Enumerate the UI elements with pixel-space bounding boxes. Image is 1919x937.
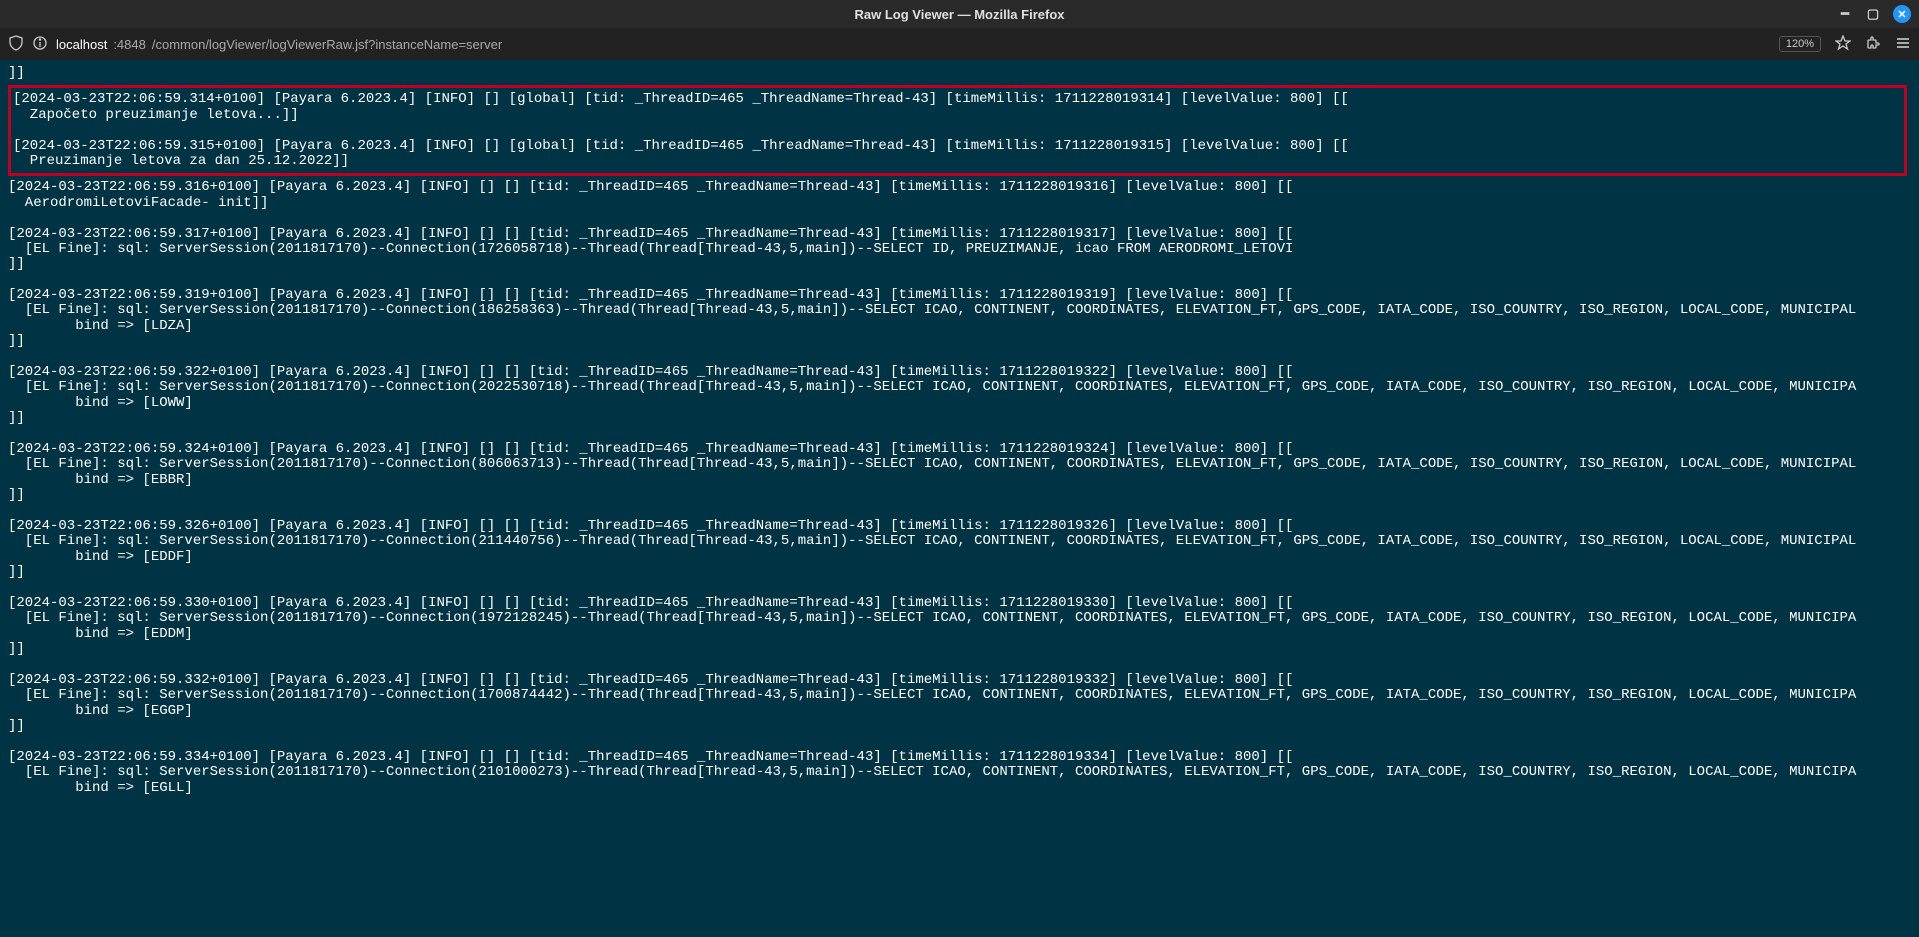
bookmark-icon[interactable] bbox=[1835, 35, 1851, 54]
highlighted-log-block: [2024-03-23T22:06:59.314+0100] [Payara 6… bbox=[8, 85, 1907, 176]
log-rest: [2024-03-23T22:06:59.316+0100] [Payara 6… bbox=[8, 179, 1856, 795]
info-icon[interactable] bbox=[32, 35, 48, 54]
browser-toolbar: localhost :4848/common/logViewer/logViewe… bbox=[0, 28, 1919, 60]
toolbar-right: 120% bbox=[1779, 35, 1911, 54]
url-bar[interactable]: localhost :4848/common/logViewer/logViewe… bbox=[56, 37, 1771, 52]
menu-icon[interactable] bbox=[1895, 35, 1911, 54]
shield-icon[interactable] bbox=[8, 35, 24, 54]
window-controls: ━ ▢ ✕ bbox=[1837, 5, 1911, 23]
log-content: ]] [2024-03-23T22:06:59.314+0100] [Payar… bbox=[0, 60, 1919, 937]
url-path: /common/logViewer/logViewerRaw.jsf?insta… bbox=[152, 37, 502, 52]
highlighted-log-text: [2024-03-23T22:06:59.314+0100] [Payara 6… bbox=[13, 91, 1349, 169]
extensions-icon[interactable] bbox=[1865, 35, 1881, 54]
window-title: Raw Log Viewer — Mozilla Firefox bbox=[855, 7, 1065, 22]
maximize-button[interactable]: ▢ bbox=[1865, 6, 1881, 22]
url-host: localhost bbox=[56, 37, 107, 52]
minimize-button[interactable]: ━ bbox=[1837, 6, 1853, 22]
url-port: :4848 bbox=[113, 37, 146, 52]
titlebar: Raw Log Viewer — Mozilla Firefox ━ ▢ ✕ bbox=[0, 0, 1919, 28]
zoom-level[interactable]: 120% bbox=[1779, 36, 1821, 52]
close-button[interactable]: ✕ bbox=[1893, 5, 1911, 23]
log-line-fragment: ]] bbox=[8, 65, 25, 81]
